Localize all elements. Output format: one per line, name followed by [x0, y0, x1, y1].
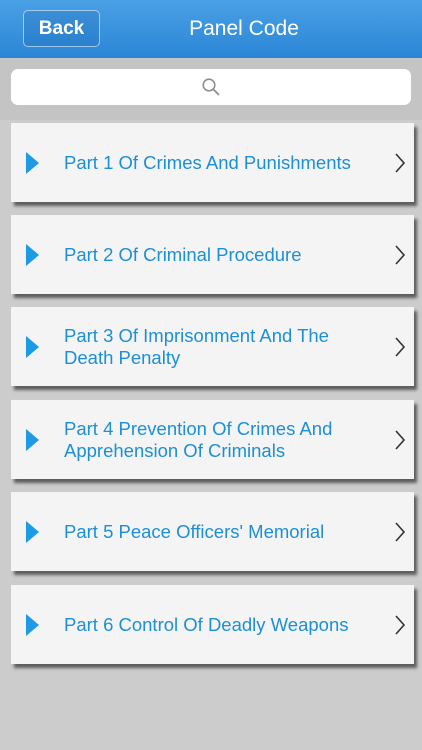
- chevron-right-icon: [395, 336, 406, 357]
- list-item-label: Part 4 Prevention Of Crimes And Apprehen…: [64, 417, 333, 461]
- list-item-label: Part 5 Peace Officers' Memorial: [64, 520, 325, 542]
- play-icon: [26, 613, 39, 636]
- chevron-right-icon: [395, 152, 406, 173]
- list-item[interactable]: Part 4 Prevention Of Crimes And Apprehen…: [11, 400, 414, 479]
- play-icon: [26, 243, 39, 266]
- chevron-right-icon: [395, 614, 406, 635]
- play-icon: [26, 335, 39, 358]
- play-icon: [26, 520, 39, 543]
- list-item[interactable]: Part 5 Peace Officers' Memorial: [11, 492, 414, 571]
- list-item[interactable]: Part 2 Of Criminal Procedure: [11, 215, 414, 294]
- back-button[interactable]: Back: [23, 10, 100, 47]
- list-item-label: Part 3 Of Imprisonment And The Death Pen…: [64, 324, 329, 368]
- search-input[interactable]: [11, 69, 411, 105]
- part-list: Part 1 Of Crimes And Punishments Part 2 …: [0, 120, 422, 750]
- list-item[interactable]: Part 1 Of Crimes And Punishments: [11, 123, 414, 202]
- play-icon: [26, 151, 39, 174]
- list-item-label: Part 6 Control Of Deadly Weapons: [64, 613, 349, 635]
- list-item-label: Part 1 Of Crimes And Punishments: [64, 151, 351, 173]
- chevron-right-icon: [395, 244, 406, 265]
- chevron-right-icon: [395, 521, 406, 542]
- list-item[interactable]: Part 3 Of Imprisonment And The Death Pen…: [11, 307, 414, 386]
- play-icon: [26, 428, 39, 451]
- search-icon: [202, 78, 220, 96]
- chevron-right-icon: [395, 429, 406, 450]
- search-bar: [0, 58, 422, 120]
- list-item[interactable]: Part 6 Control Of Deadly Weapons: [11, 585, 414, 664]
- page-title: Panel Code: [189, 17, 299, 40]
- navigation-bar: Back Panel Code: [0, 0, 422, 58]
- list-item-label: Part 2 Of Criminal Procedure: [64, 243, 302, 265]
